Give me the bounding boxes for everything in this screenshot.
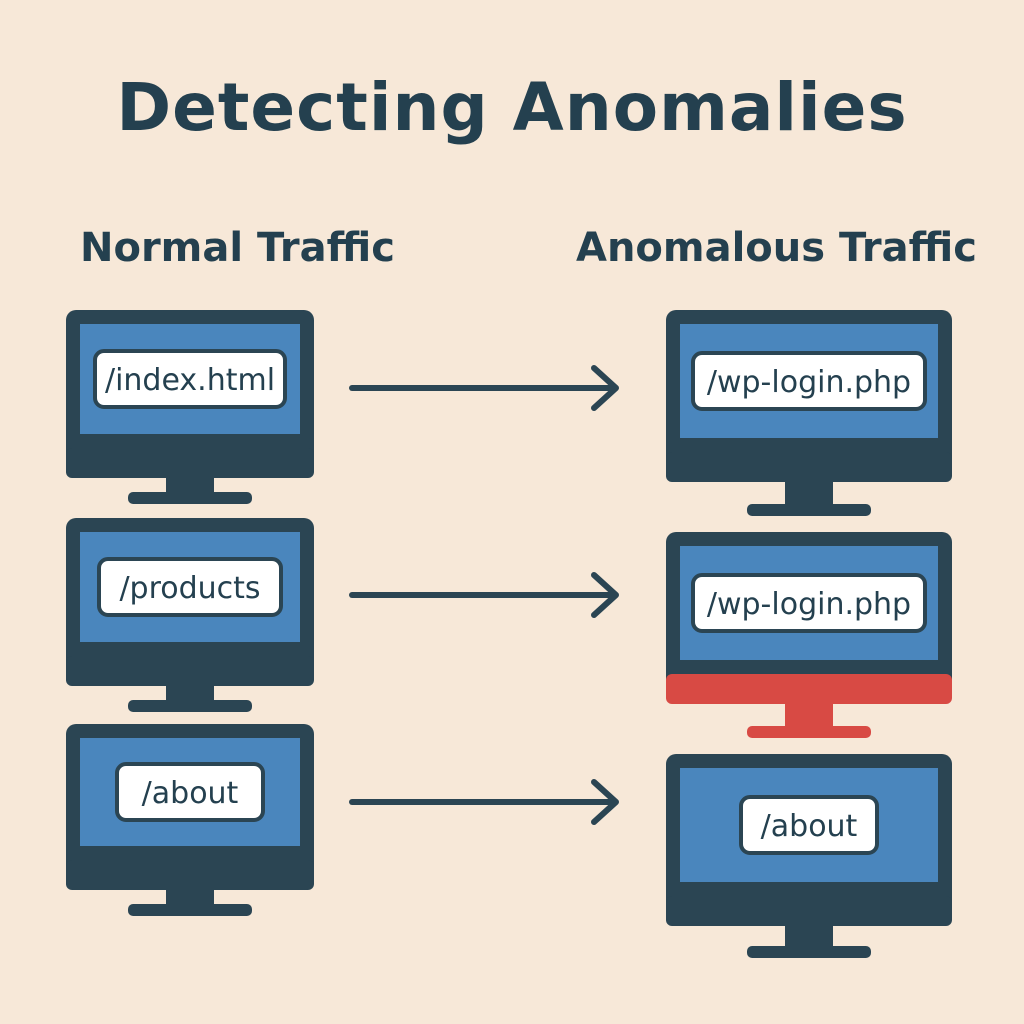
monitor-bezel [66,656,314,686]
monitor-stand [166,890,214,906]
traffic-diagram: /index.html/wp-login.php/products/wp-log… [66,310,952,958]
url-label: /products [119,571,260,606]
normal-monitor-2: /products [66,518,314,712]
normal-monitor-1: /index.html [66,310,314,504]
monitor-base [747,946,871,958]
monitor-stand [166,478,214,494]
alert-bezel [666,674,952,704]
url-label: /about [761,809,858,844]
monitor-base [747,504,871,516]
normal-monitor-3: /about [66,724,314,916]
url-label: /about [142,776,239,811]
anomalous-monitor-2: /wp-login.php [666,532,952,738]
monitor-stand [166,686,214,702]
monitor-stand [785,926,833,948]
monitor-stand [785,482,833,506]
monitor-bezel [666,452,952,482]
url-label: /wp-login.php [707,365,911,400]
url-label: /wp-login.php [707,587,911,622]
arrow-right-icon [349,365,619,411]
monitor-stand [785,704,833,728]
monitor-bezel [666,896,952,926]
monitor-base [747,726,871,738]
monitor-bezel [66,860,314,890]
url-label: /index.html [105,363,275,398]
monitor-base [128,904,252,916]
arrow-right-icon [349,572,619,618]
monitor-base [128,492,252,504]
monitor-base [128,700,252,712]
anomalous-monitor-3: /about [666,754,952,958]
arrow-right-icon [349,779,619,825]
monitor-bezel [66,448,314,478]
anomalous-monitor-1: /wp-login.php [666,310,952,516]
